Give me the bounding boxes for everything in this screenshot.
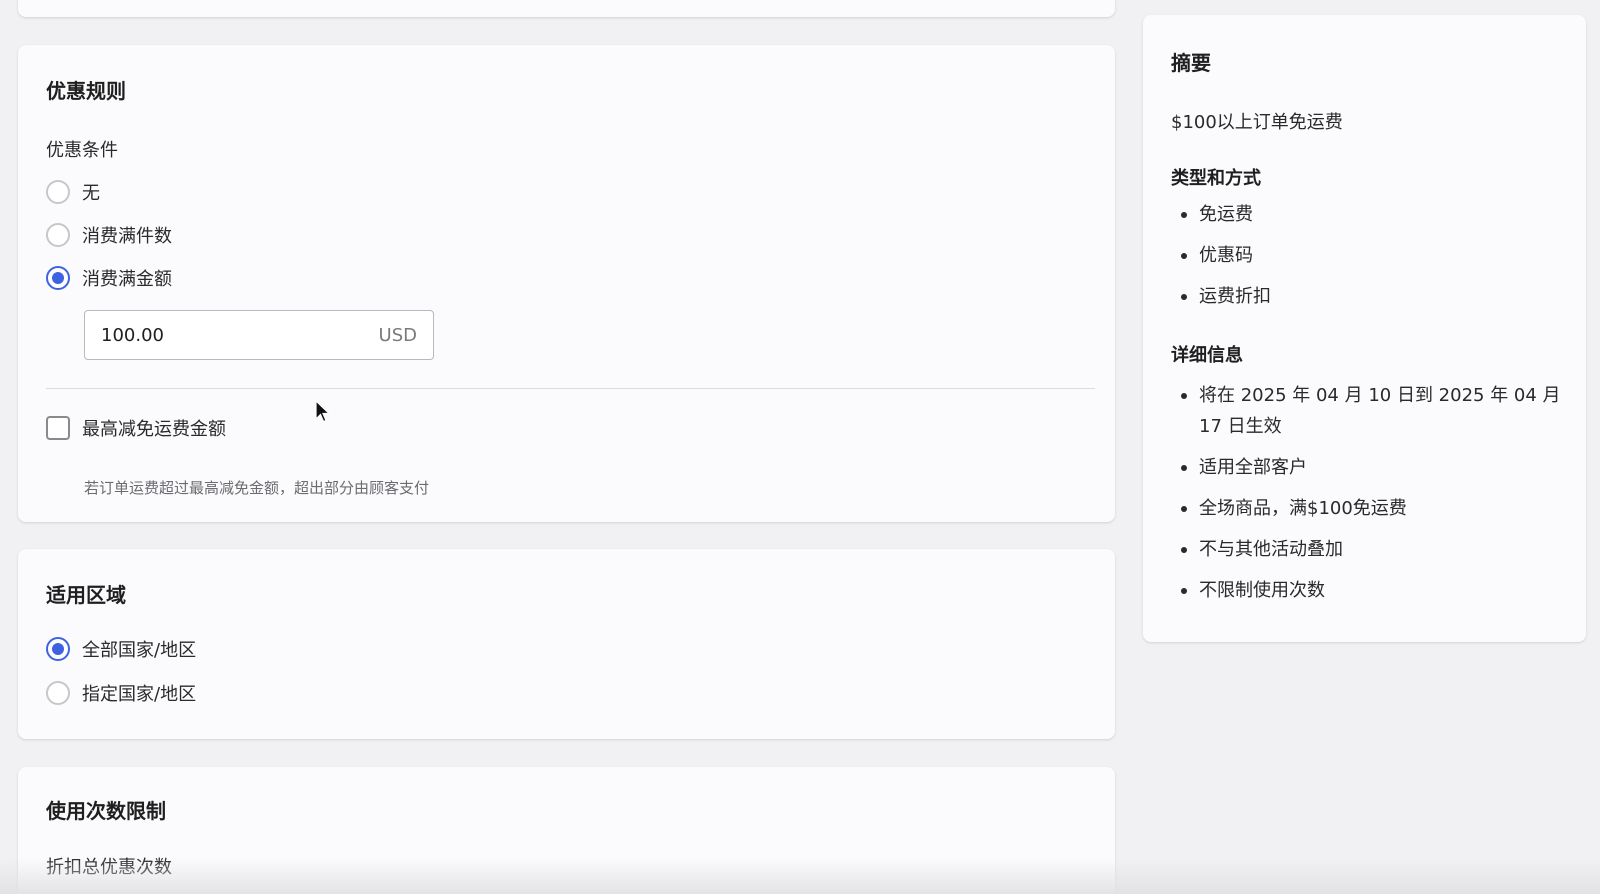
radio-label: 无	[82, 183, 100, 204]
radio-unchecked-icon[interactable]	[46, 681, 70, 705]
checkbox-label: 最高减免运费金额	[82, 419, 226, 440]
max-discount-help-text: 若订单运费超过最高减免金额，超出部分由顾客支付	[84, 479, 430, 497]
section-title-region: 适用区域	[46, 583, 126, 607]
previous-section-card	[18, 0, 1115, 17]
details-title: 详细信息	[1171, 345, 1243, 366]
divider	[46, 388, 1095, 389]
list-item: 免运费	[1171, 199, 1561, 230]
list-item: 优惠码	[1171, 240, 1561, 271]
list-item: 不与其他活动叠加	[1171, 534, 1561, 565]
radio-checked-icon[interactable]	[46, 637, 70, 661]
mouse-pointer-icon	[315, 400, 331, 423]
discount-editor-page: 优惠规则 优惠条件 无 消费满件数 消费满金额 USD 最高减免运费金额 若订单…	[0, 0, 1600, 894]
currency-suffix: USD	[378, 324, 417, 346]
section-title-discount-rules: 优惠规则	[46, 79, 126, 103]
region-option-specific[interactable]: 指定国家/地区	[46, 680, 196, 706]
condition-option-none[interactable]: 无	[46, 179, 100, 205]
summary-headline: $100以上订单免运费	[1171, 112, 1343, 133]
section-title-usage-limit: 使用次数限制	[46, 799, 166, 823]
list-item: 将在 2025 年 04 月 10 日到 2025 年 04 月 17 日生效	[1171, 380, 1561, 442]
radio-label: 消费满金额	[82, 269, 172, 290]
radio-unchecked-icon[interactable]	[46, 180, 70, 204]
condition-option-min-quantity[interactable]: 消费满件数	[46, 222, 172, 248]
condition-option-min-amount[interactable]: 消费满金额	[46, 265, 172, 291]
condition-label: 优惠条件	[46, 140, 118, 161]
total-usage-label: 折扣总优惠次数	[46, 857, 172, 878]
list-item: 不限制使用次数	[1171, 575, 1561, 606]
applicable-region-card: 适用区域 全部国家/地区 指定国家/地区	[18, 549, 1115, 739]
list-item: 适用全部客户	[1171, 452, 1561, 483]
radio-label: 指定国家/地区	[82, 684, 197, 705]
min-amount-input[interactable]	[101, 324, 379, 346]
summary-title: 摘要	[1171, 51, 1211, 75]
radio-unchecked-icon[interactable]	[46, 223, 70, 247]
radio-checked-icon[interactable]	[46, 266, 70, 290]
usage-limit-card: 使用次数限制 折扣总优惠次数	[18, 767, 1115, 894]
type-list: 免运费 优惠码 运费折扣	[1171, 199, 1561, 322]
list-item: 运费折扣	[1171, 281, 1561, 312]
region-option-all[interactable]: 全部国家/地区	[46, 636, 196, 662]
checkbox-unchecked-icon[interactable]	[46, 416, 70, 440]
discount-rules-card: 优惠规则 优惠条件 无 消费满件数 消费满金额 USD 最高减免运费金额 若订单…	[18, 45, 1115, 522]
radio-label: 全部国家/地区	[82, 640, 197, 661]
min-amount-field[interactable]: USD	[84, 310, 434, 360]
details-list: 将在 2025 年 04 月 10 日到 2025 年 04 月 17 日生效 …	[1171, 380, 1561, 616]
radio-label: 消费满件数	[82, 226, 172, 247]
type-and-method-title: 类型和方式	[1171, 168, 1261, 189]
max-discount-option[interactable]: 最高减免运费金额	[46, 415, 226, 441]
summary-card: 摘要 $100以上订单免运费 类型和方式 免运费 优惠码 运费折扣 详细信息 将…	[1143, 15, 1586, 642]
list-item: 全场商品，满$100免运费	[1171, 493, 1561, 524]
